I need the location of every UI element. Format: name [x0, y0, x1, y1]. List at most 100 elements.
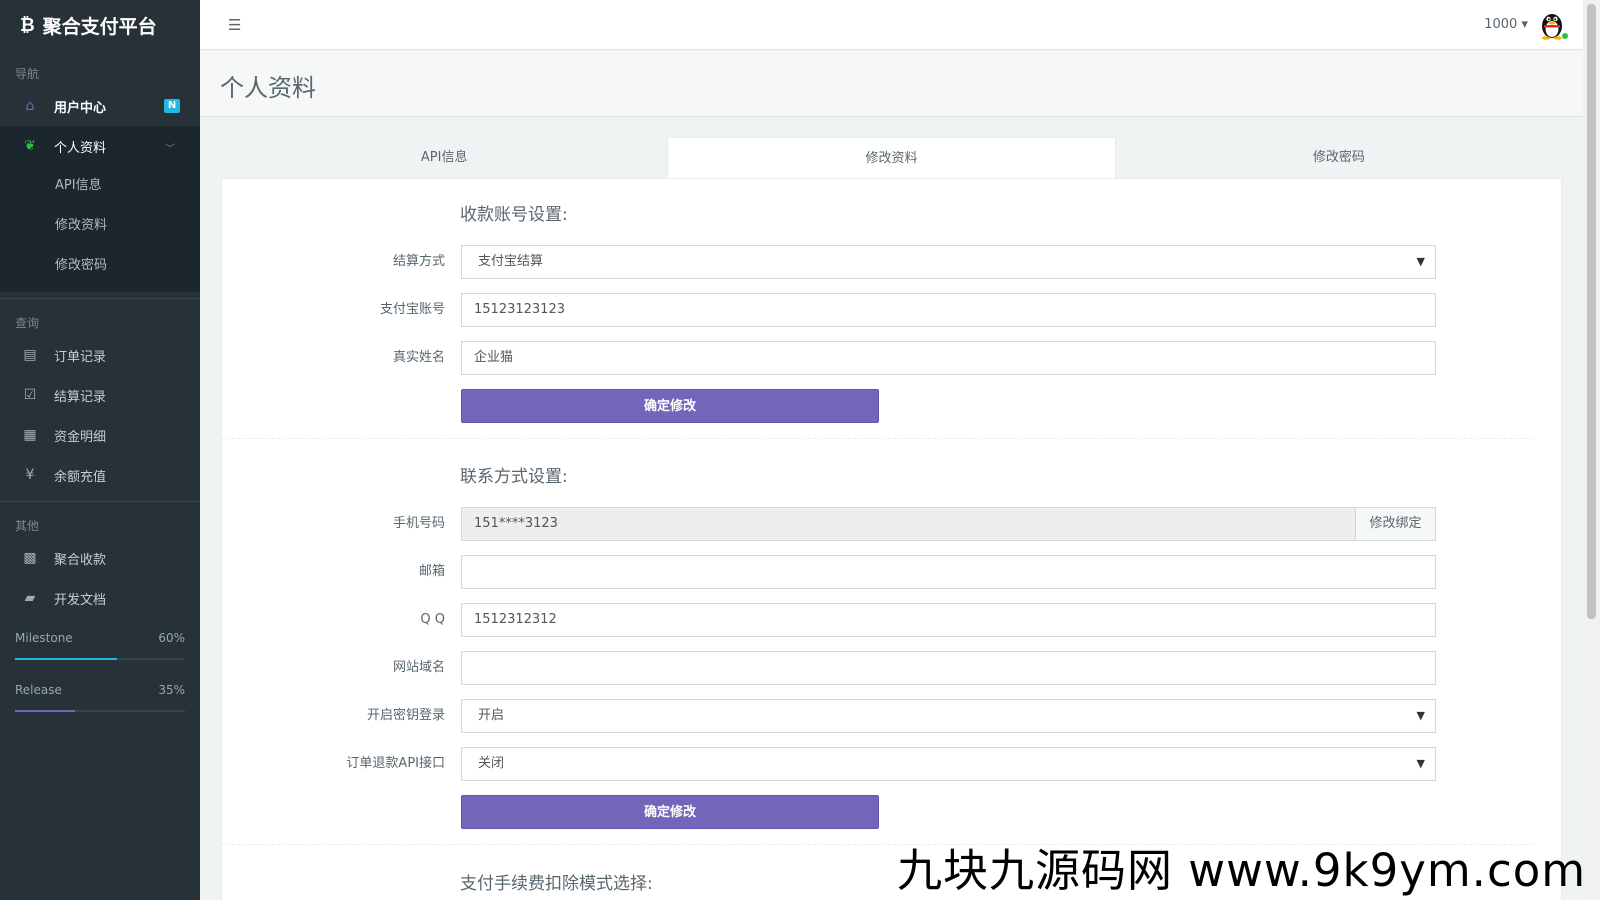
site-domain-label: 网站域名: [392, 660, 445, 675]
sidebar-subitem-change-password[interactable]: 修改密码: [0, 246, 200, 286]
sidebar-subitem-edit-profile[interactable]: 修改资料: [0, 206, 200, 246]
phone-label: 手机号码: [392, 516, 445, 531]
bitcoin-logo-icon: ₿: [20, 14, 35, 36]
real-name-input[interactable]: 企业猫: [461, 341, 1436, 375]
sidebar-item-label: 资金明细: [54, 429, 107, 445]
progress-track: [15, 658, 185, 660]
phone-row: 手机号码 151****3123 修改绑定: [222, 507, 1563, 541]
sidebar-divider: [0, 501, 200, 502]
site-domain-input[interactable]: [461, 651, 1436, 685]
tab-api-info[interactable]: API信息: [221, 137, 667, 179]
sidebar-item-aggregate-pay[interactable]: ▩ 聚合收款: [0, 538, 200, 578]
contact-submit-button[interactable]: 确定修改: [461, 795, 879, 829]
alipay-account-label: 支付宝账号: [379, 302, 445, 317]
qq-input[interactable]: 1512312312: [461, 603, 1436, 637]
sidebar-item-label: 结算记录: [54, 389, 107, 405]
contact-section-title: 联系方式设置:: [460, 467, 568, 487]
chevron-down-icon: ▼: [1416, 255, 1425, 268]
phone-input: 151****3123: [461, 507, 1356, 541]
progress-row: Milestone 60%: [15, 628, 185, 648]
page-title: 个人资料: [220, 74, 316, 102]
other-section-header: 其他: [15, 519, 40, 533]
sidebar-subitem-api-info[interactable]: API信息: [0, 166, 200, 206]
refund-api-label: 订单退款API接口: [346, 756, 445, 771]
chevron-down-icon: ▼: [1416, 757, 1425, 770]
tab-edit-profile[interactable]: 修改资料: [667, 137, 1116, 179]
avatar[interactable]: [1535, 7, 1569, 41]
home-icon: ⌂: [25, 98, 35, 114]
brand-name: 聚合支付平台: [42, 15, 157, 38]
account-section-title: 收款账号设置:: [460, 205, 568, 225]
watermark-text: 九块九源码网 www.9k9ym.com: [897, 844, 1587, 897]
yen-icon: ¥: [25, 467, 35, 483]
real-name-row: 真实姓名 企业猫: [222, 341, 1563, 375]
progress-row: Release 35%: [15, 680, 185, 700]
settle-method-label: 结算方式: [392, 254, 445, 269]
top-header: ☰ 1000 ▾: [200, 0, 1583, 50]
sidebar-item-label: 聚合收款: [54, 552, 107, 568]
nav-section-header: 导航: [15, 67, 40, 81]
qq-label: Q Q: [420, 612, 445, 627]
tab-bar: API信息 修改资料 修改密码: [221, 137, 1562, 179]
key-login-label: 开启密钥登录: [366, 708, 445, 723]
sidebar-item-label: 开发文档: [54, 592, 107, 608]
menu-toggle-icon[interactable]: ☰: [228, 16, 241, 34]
sidebar-divider: [0, 298, 200, 299]
progress-value: 35%: [158, 683, 185, 697]
online-status-dot: [1561, 32, 1569, 40]
sidebar-item-settlements[interactable]: ☑ 结算记录: [0, 375, 200, 415]
profile-subnav: API信息 修改资料 修改密码: [0, 166, 200, 292]
chevron-down-icon: ﹀: [165, 144, 175, 155]
progress-block: Milestone 60% Release 35%: [0, 618, 200, 712]
chevron-down-icon: ▼: [1416, 709, 1425, 722]
section-divider: [222, 438, 1532, 439]
account-submit-button[interactable]: 确定修改: [461, 389, 879, 423]
sidebar-item-label: 个人资料: [54, 140, 107, 156]
progress-label: Milestone: [15, 631, 73, 645]
site-domain-row: 网站域名: [222, 651, 1563, 685]
key-login-select[interactable]: 开启 ▼: [461, 699, 1436, 733]
settle-method-select[interactable]: 支付宝结算 ▼: [461, 245, 1436, 279]
page-scrollbar[interactable]: [1583, 0, 1600, 900]
book-icon: ▰: [24, 590, 36, 606]
key-login-value: 开启: [478, 708, 505, 723]
sidebar-item-funds[interactable]: ▦ 资金明细: [0, 415, 200, 455]
refund-api-row: 订单退款API接口 关闭 ▼: [222, 747, 1563, 781]
sidebar-item-recharge[interactable]: ¥ 余额充值: [0, 455, 200, 495]
qq-row: Q Q 1512312312: [222, 603, 1563, 637]
sidebar-item-label: 余额充值: [54, 469, 107, 485]
user-name: 1000: [1484, 17, 1518, 32]
sidebar-item-dev-docs[interactable]: ▰ 开发文档: [0, 578, 200, 618]
progress-fill: [15, 710, 75, 712]
sidebar-item-orders[interactable]: ▤ 订单记录: [0, 335, 200, 375]
refund-api-select[interactable]: 关闭 ▼: [461, 747, 1436, 781]
scrollbar-thumb[interactable]: [1587, 4, 1596, 619]
tab-change-password[interactable]: 修改密码: [1116, 137, 1562, 179]
refund-api-value: 关闭: [478, 756, 505, 771]
key-login-row: 开启密钥登录 开启 ▼: [222, 699, 1563, 733]
real-name-label: 真实姓名: [392, 350, 445, 365]
qrcode-icon: ▩: [23, 550, 37, 566]
calendar-icon: ▦: [23, 427, 37, 443]
sidebar-item-label: 用户中心: [54, 100, 107, 116]
email-label: 邮箱: [418, 564, 445, 579]
brand[interactable]: ₿ 聚合支付平台: [0, 0, 200, 50]
alipay-account-input[interactable]: 15123123123: [461, 293, 1436, 327]
alipay-account-row: 支付宝账号 15123123123: [222, 293, 1563, 327]
page-header: 个人资料: [200, 51, 1583, 117]
list-icon: ▤: [23, 347, 37, 363]
user-menu[interactable]: 1000 ▾: [1484, 17, 1528, 32]
sidebar-item-label: 订单记录: [54, 349, 107, 365]
fee-section-title: 支付手续费扣除模式选择:: [460, 874, 653, 894]
leaf-icon: ❦: [24, 138, 36, 154]
sidebar: ₿ 聚合支付平台 导航 ⌂ 用户中心 N ❦ 个人资料 ﹀ API信息 修改资料…: [0, 0, 200, 900]
progress-fill: [15, 658, 117, 660]
email-input[interactable]: [461, 555, 1436, 589]
settle-method-row: 结算方式 支付宝结算 ▼: [222, 245, 1563, 279]
sidebar-item-profile[interactable]: ❦ 个人资料 ﹀: [0, 126, 200, 166]
new-badge: N: [164, 99, 180, 113]
sidebar-item-user-center[interactable]: ⌂ 用户中心 N: [0, 86, 200, 126]
progress-track: [15, 710, 185, 712]
change-binding-button[interactable]: 修改绑定: [1356, 507, 1436, 541]
progress-value: 60%: [158, 631, 185, 645]
